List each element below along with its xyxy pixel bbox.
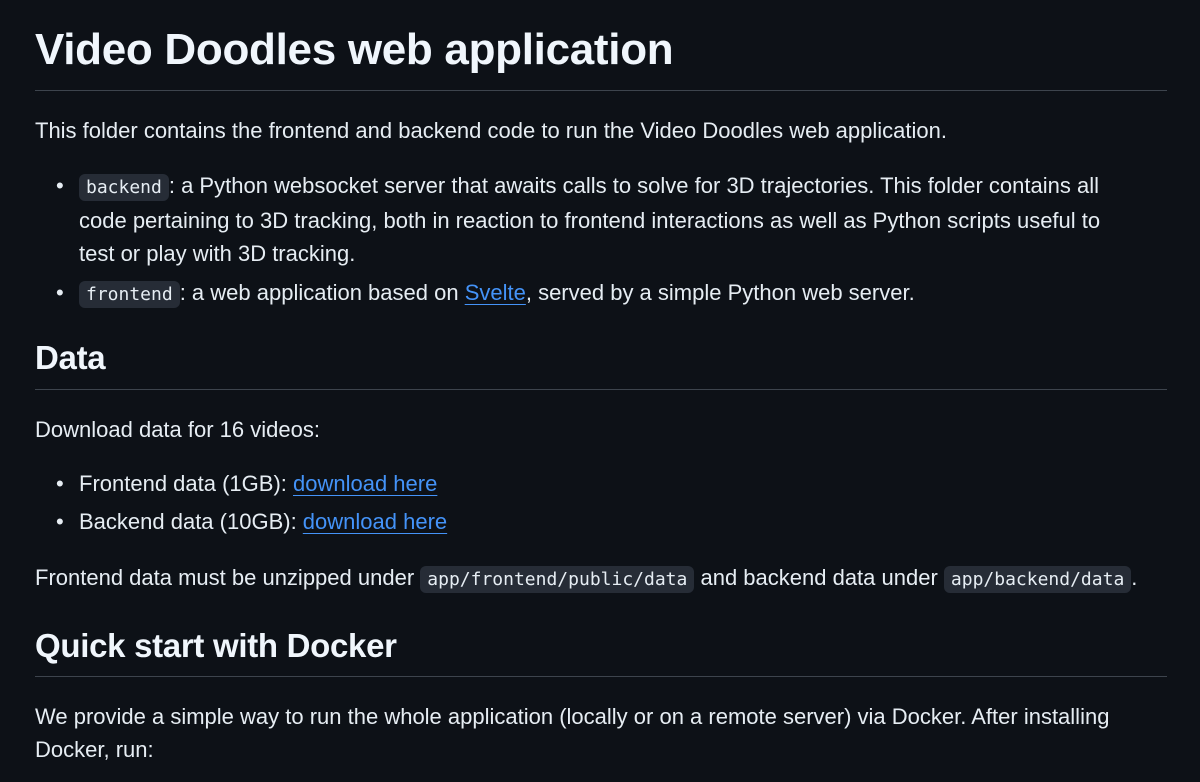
backend-data-path: app/backend/data bbox=[943, 566, 1132, 593]
data-divider bbox=[35, 389, 1167, 390]
bullet-icon: • bbox=[56, 280, 64, 305]
folder-list: • backend: a Python websocket server that… bbox=[35, 169, 1140, 311]
frontend-data-path: app/frontend/public/data bbox=[420, 566, 695, 593]
backend-download-link[interactable]: download here bbox=[303, 509, 447, 534]
readme-content: Video Doodles web application This folde… bbox=[0, 0, 1200, 782]
bullet-icon: • bbox=[56, 509, 64, 534]
data-heading: Data bbox=[35, 339, 106, 376]
frontend-data-label: Frontend data (1GB): bbox=[79, 471, 293, 496]
svelte-link[interactable]: Svelte bbox=[465, 280, 526, 305]
backend-code: backend bbox=[79, 174, 169, 201]
data-intro: Download data for 16 videos: bbox=[35, 417, 320, 442]
docker-paragraph: We provide a simple way to run the whole… bbox=[35, 704, 1110, 762]
unzip-text-3: . bbox=[1131, 565, 1138, 590]
unzip-text-1: Frontend data must be unzipped under bbox=[35, 565, 421, 590]
unzip-text-2: and backend data under bbox=[694, 565, 944, 590]
page-title: Video Doodles web application bbox=[35, 25, 674, 74]
backend-data-label: Backend data (10GB): bbox=[79, 509, 303, 534]
unzip-paragraph: Frontend data must be unzipped under app… bbox=[35, 561, 1167, 596]
docker-heading: Quick start with Docker bbox=[35, 627, 397, 664]
title-divider bbox=[35, 90, 1167, 91]
frontend-description-prefix: : a web application based on bbox=[179, 280, 465, 305]
frontend-description-suffix: , served by a simple Python web server. bbox=[525, 280, 915, 305]
intro-paragraph: This folder contains the frontend and ba… bbox=[35, 118, 947, 143]
download-list: • Frontend data (1GB): download here • Bac… bbox=[35, 467, 1140, 538]
list-item-frontend-data: • Frontend data (1GB): download here bbox=[35, 467, 1140, 500]
docker-divider bbox=[35, 676, 1167, 677]
backend-description: : a Python websocket server that awaits … bbox=[79, 173, 1101, 266]
list-item-frontend: • frontend: a web application based on Sv… bbox=[35, 276, 1140, 311]
bullet-icon: • bbox=[56, 471, 64, 496]
list-item-backend: • backend: a Python websocket server that… bbox=[35, 169, 1140, 270]
frontend-download-link[interactable]: download here bbox=[293, 471, 437, 496]
frontend-code: frontend bbox=[79, 281, 180, 308]
list-item-backend-data: • Backend data (10GB): download here bbox=[35, 505, 1140, 538]
bullet-icon: • bbox=[56, 173, 64, 198]
